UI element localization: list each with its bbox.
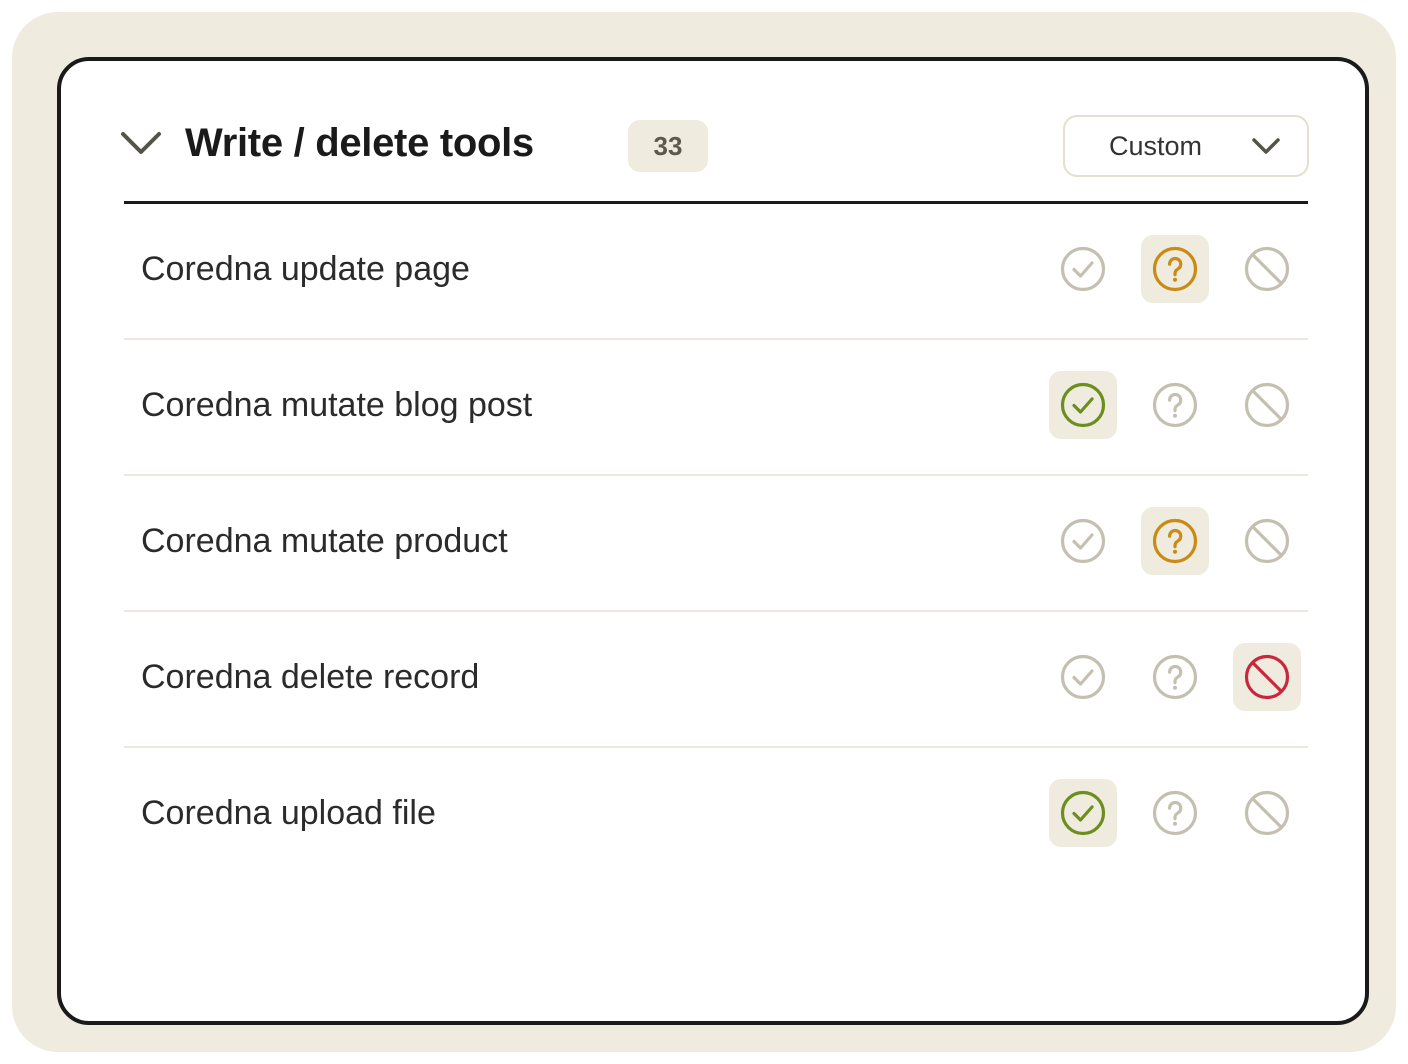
ask-option[interactable]	[1141, 371, 1209, 439]
deny-option[interactable]	[1233, 779, 1301, 847]
check-circle-icon	[1060, 790, 1106, 836]
block-icon	[1244, 246, 1290, 292]
allow-option[interactable]	[1049, 643, 1117, 711]
chevron-down-icon	[1252, 138, 1280, 154]
ask-option[interactable]	[1141, 235, 1209, 303]
tool-permissions-card: Write / delete tools 33 Custom Coredna u…	[57, 57, 1369, 1025]
tool-name: Coredna delete record	[141, 658, 480, 696]
tool-row: Coredna update page	[124, 204, 1308, 340]
allow-option[interactable]	[1049, 371, 1117, 439]
check-circle-icon	[1060, 518, 1106, 564]
question-circle-icon	[1152, 382, 1198, 428]
tool-name: Coredna update page	[141, 250, 470, 288]
block-icon	[1244, 790, 1290, 836]
block-icon	[1244, 382, 1290, 428]
check-circle-icon	[1060, 382, 1106, 428]
tool-row: Coredna delete record	[124, 612, 1308, 748]
tool-name: Coredna upload file	[141, 794, 436, 832]
deny-option[interactable]	[1233, 371, 1301, 439]
section-header: Write / delete tools 33 Custom	[61, 61, 1365, 206]
allow-option[interactable]	[1049, 507, 1117, 575]
question-circle-icon	[1152, 654, 1198, 700]
deny-option[interactable]	[1233, 235, 1301, 303]
permission-mode-value: Custom	[1109, 131, 1203, 161]
question-circle-icon	[1152, 246, 1198, 292]
question-circle-icon	[1152, 518, 1198, 564]
tool-row: Coredna upload file	[124, 748, 1308, 884]
section-title: Write / delete tools	[185, 121, 534, 165]
deny-option[interactable]	[1233, 643, 1301, 711]
tool-name: Coredna mutate product	[141, 522, 508, 560]
block-icon	[1244, 518, 1290, 564]
chevron-down-icon[interactable]	[119, 129, 163, 157]
block-icon	[1244, 654, 1290, 700]
page-frame: Write / delete tools 33 Custom Coredna u…	[12, 12, 1396, 1052]
check-circle-icon	[1060, 654, 1106, 700]
tool-name: Coredna mutate blog post	[141, 386, 533, 424]
allow-option[interactable]	[1049, 235, 1117, 303]
ask-option[interactable]	[1141, 643, 1209, 711]
tool-count-badge: 33	[628, 120, 708, 172]
permission-mode-select[interactable]: Custom	[1063, 115, 1309, 177]
question-circle-icon	[1152, 790, 1198, 836]
tool-row: Coredna mutate blog post	[124, 340, 1308, 476]
check-circle-icon	[1060, 246, 1106, 292]
deny-option[interactable]	[1233, 507, 1301, 575]
ask-option[interactable]	[1141, 507, 1209, 575]
ask-option[interactable]	[1141, 779, 1209, 847]
tool-row: Coredna mutate product	[124, 476, 1308, 612]
allow-option[interactable]	[1049, 779, 1117, 847]
